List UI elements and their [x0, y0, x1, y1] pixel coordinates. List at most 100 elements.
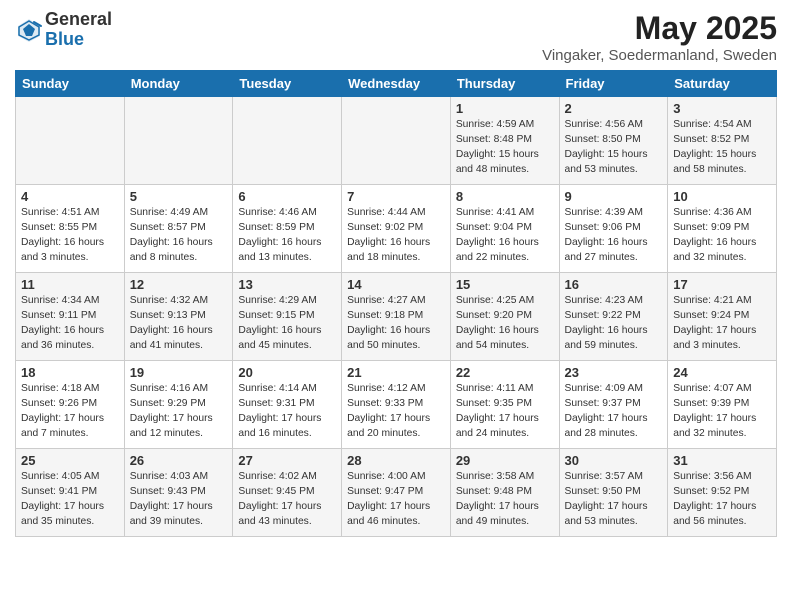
day-info: Sunrise: 4:32 AM Sunset: 9:13 PM Dayligh… — [130, 294, 228, 354]
calendar-cell-1-6: 10Sunrise: 4:36 AM Sunset: 9:09 PM Dayli… — [668, 185, 777, 273]
calendar-cell-0-3 — [342, 97, 451, 185]
logo-text: General Blue — [45, 10, 112, 50]
day-info: Sunrise: 4:18 AM Sunset: 9:26 PM Dayligh… — [21, 382, 119, 442]
day-number: 13 — [238, 277, 336, 292]
calendar-cell-0-0 — [16, 97, 125, 185]
day-info: Sunrise: 4:51 AM Sunset: 8:55 PM Dayligh… — [21, 206, 119, 266]
day-number: 1 — [456, 101, 554, 116]
day-number: 7 — [347, 189, 445, 204]
calendar-cell-3-1: 19 Sunrise: 4:16 AM Sunset: 9:29 PM Dayli… — [124, 361, 233, 449]
day-number: 5 — [130, 189, 228, 204]
day-number: 27 — [238, 453, 336, 468]
week-row-2: 4 Sunrise: 4:51 AM Sunset: 8:55 PM Daylig… — [16, 185, 777, 273]
logo-blue-text: Blue — [45, 30, 112, 50]
day-info: Sunrise: 4:39 AM Sunset: 9:06 PM Dayligh… — [565, 206, 663, 266]
day-number: 18 — [21, 365, 119, 380]
day-number: 4 — [21, 189, 119, 204]
day-info: Sunrise: 4:41 AM Sunset: 9:04 PM Dayligh… — [456, 206, 554, 266]
day-info: Sunrise: 4:12 AM Sunset: 9:33 PM Dayligh… — [347, 382, 445, 442]
day-number: 29 — [456, 453, 554, 468]
day-number: 19 — [130, 365, 228, 380]
day-number: 25 — [21, 453, 119, 468]
day-number: 11 — [21, 277, 119, 292]
calendar-cell-3-2: 20Sunrise: 4:14 AM Sunset: 9:31 PM Dayli… — [233, 361, 342, 449]
day-info: Sunrise: 4:11 AM Sunset: 9:35 PM Dayligh… — [456, 382, 554, 442]
calendar-cell-4-3: 28Sunrise: 4:00 AM Sunset: 9:47 PM Dayli… — [342, 449, 451, 537]
day-info: Sunrise: 4:02 AM Sunset: 9:45 PM Dayligh… — [238, 470, 336, 530]
header-tuesday: Tuesday — [233, 71, 342, 97]
calendar-cell-0-2 — [233, 97, 342, 185]
day-info: Sunrise: 4:44 AM Sunset: 9:02 PM Dayligh… — [347, 206, 445, 266]
day-number: 23 — [565, 365, 663, 380]
calendar-cell-4-4: 29 Sunrise: 3:58 AM Sunset: 9:48 PM Dayli… — [450, 449, 559, 537]
day-number: 31 — [673, 453, 771, 468]
page: General Blue May 2025 Vingaker, Soederma… — [0, 0, 792, 547]
calendar-cell-1-4: 8Sunrise: 4:41 AM Sunset: 9:04 PM Daylig… — [450, 185, 559, 273]
calendar-cell-3-0: 18 Sunrise: 4:18 AM Sunset: 9:26 PM Dayli… — [16, 361, 125, 449]
calendar-cell-3-5: 23 Sunrise: 4:09 AM Sunset: 9:37 PM Dayli… — [559, 361, 668, 449]
day-info: Sunrise: 4:16 AM Sunset: 9:29 PM Dayligh… — [130, 382, 228, 442]
day-info: Sunrise: 4:29 AM Sunset: 9:15 PM Dayligh… — [238, 294, 336, 354]
day-info: Sunrise: 4:46 AM Sunset: 8:59 PM Dayligh… — [238, 206, 336, 266]
header-thursday: Thursday — [450, 71, 559, 97]
day-number: 21 — [347, 365, 445, 380]
calendar-table: Sunday Monday Tuesday Wednesday Thursday… — [15, 70, 777, 537]
day-info: Sunrise: 4:07 AM Sunset: 9:39 PM Dayligh… — [673, 382, 771, 442]
day-number: 16 — [565, 277, 663, 292]
logo-area: General Blue — [15, 10, 112, 50]
title-area: May 2025 Vingaker, Soedermanland, Sweden — [542, 10, 777, 64]
day-info: Sunrise: 4:27 AM Sunset: 9:18 PM Dayligh… — [347, 294, 445, 354]
day-info: Sunrise: 4:03 AM Sunset: 9:43 PM Dayligh… — [130, 470, 228, 530]
header-wednesday: Wednesday — [342, 71, 451, 97]
week-row-4: 18 Sunrise: 4:18 AM Sunset: 9:26 PM Dayli… — [16, 361, 777, 449]
calendar-cell-2-1: 12 Sunrise: 4:32 AM Sunset: 9:13 PM Dayli… — [124, 273, 233, 361]
header-monday: Monday — [124, 71, 233, 97]
weekday-header-row: Sunday Monday Tuesday Wednesday Thursday… — [16, 71, 777, 97]
calendar-cell-0-5: 2 Sunrise: 4:56 AM Sunset: 8:50 PM Daylig… — [559, 97, 668, 185]
calendar-cell-3-4: 22Sunrise: 4:11 AM Sunset: 9:35 PM Dayli… — [450, 361, 559, 449]
day-number: 14 — [347, 277, 445, 292]
week-row-3: 11 Sunrise: 4:34 AM Sunset: 9:11 PM Dayli… — [16, 273, 777, 361]
calendar-cell-4-1: 26 Sunrise: 4:03 AM Sunset: 9:43 PM Dayli… — [124, 449, 233, 537]
day-info: Sunrise: 4:59 AM Sunset: 8:48 PM Dayligh… — [456, 118, 554, 178]
header: General Blue May 2025 Vingaker, Soederma… — [15, 10, 777, 64]
day-info: Sunrise: 4:34 AM Sunset: 9:11 PM Dayligh… — [21, 294, 119, 354]
day-number: 26 — [130, 453, 228, 468]
day-number: 2 — [565, 101, 663, 116]
day-info: Sunrise: 4:56 AM Sunset: 8:50 PM Dayligh… — [565, 118, 663, 178]
logo-icon — [15, 16, 43, 44]
day-number: 30 — [565, 453, 663, 468]
day-info: Sunrise: 4:09 AM Sunset: 9:37 PM Dayligh… — [565, 382, 663, 442]
calendar-cell-3-6: 24 Sunrise: 4:07 AM Sunset: 9:39 PM Dayli… — [668, 361, 777, 449]
calendar-cell-4-2: 27 Sunrise: 4:02 AM Sunset: 9:45 PM Dayli… — [233, 449, 342, 537]
calendar-cell-1-1: 5 Sunrise: 4:49 AM Sunset: 8:57 PM Daylig… — [124, 185, 233, 273]
calendar-cell-0-6: 3Sunrise: 4:54 AM Sunset: 8:52 PM Daylig… — [668, 97, 777, 185]
day-number: 3 — [673, 101, 771, 116]
day-info: Sunrise: 3:58 AM Sunset: 9:48 PM Dayligh… — [456, 470, 554, 530]
day-number: 20 — [238, 365, 336, 380]
calendar-cell-2-0: 11 Sunrise: 4:34 AM Sunset: 9:11 PM Dayli… — [16, 273, 125, 361]
day-number: 9 — [565, 189, 663, 204]
header-saturday: Saturday — [668, 71, 777, 97]
day-number: 17 — [673, 277, 771, 292]
calendar-cell-1-2: 6 Sunrise: 4:46 AM Sunset: 8:59 PM Daylig… — [233, 185, 342, 273]
calendar-cell-1-5: 9 Sunrise: 4:39 AM Sunset: 9:06 PM Daylig… — [559, 185, 668, 273]
header-sunday: Sunday — [16, 71, 125, 97]
week-row-5: 25Sunrise: 4:05 AM Sunset: 9:41 PM Dayli… — [16, 449, 777, 537]
calendar-cell-3-3: 21 Sunrise: 4:12 AM Sunset: 9:33 PM Dayli… — [342, 361, 451, 449]
calendar-cell-0-4: 1 Sunrise: 4:59 AM Sunset: 8:48 PM Daylig… — [450, 97, 559, 185]
month-title: May 2025 — [542, 10, 777, 47]
day-info: Sunrise: 4:49 AM Sunset: 8:57 PM Dayligh… — [130, 206, 228, 266]
header-friday: Friday — [559, 71, 668, 97]
day-number: 6 — [238, 189, 336, 204]
day-info: Sunrise: 4:00 AM Sunset: 9:47 PM Dayligh… — [347, 470, 445, 530]
day-number: 24 — [673, 365, 771, 380]
logo-general-text: General — [45, 10, 112, 30]
calendar-cell-2-3: 14 Sunrise: 4:27 AM Sunset: 9:18 PM Dayli… — [342, 273, 451, 361]
day-number: 10 — [673, 189, 771, 204]
location-title: Vingaker, Soedermanland, Sweden — [542, 47, 777, 64]
calendar-cell-2-2: 13 Sunrise: 4:29 AM Sunset: 9:15 PM Dayli… — [233, 273, 342, 361]
calendar-cell-1-0: 4 Sunrise: 4:51 AM Sunset: 8:55 PM Daylig… — [16, 185, 125, 273]
day-number: 12 — [130, 277, 228, 292]
calendar-cell-2-4: 15Sunrise: 4:25 AM Sunset: 9:20 PM Dayli… — [450, 273, 559, 361]
